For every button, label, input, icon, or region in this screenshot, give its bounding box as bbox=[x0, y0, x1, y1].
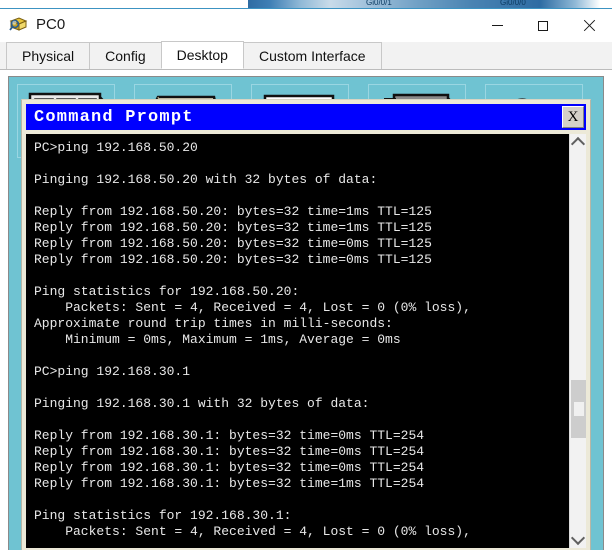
packet-tracer-icon bbox=[8, 15, 29, 36]
tab-physical[interactable]: Physical bbox=[6, 42, 91, 69]
terminal-line: PC>ping 192.168.30.1 bbox=[34, 364, 191, 379]
terminal-line: Reply from 192.168.30.1: bytes=32 time=0… bbox=[34, 428, 425, 443]
screen-root: Gi0/0/1 Gi0/0/0 PC0 Physical Config Desk… bbox=[0, 0, 612, 550]
terminal-line: Reply from 192.168.30.1: bytes=32 time=1… bbox=[34, 476, 425, 491]
terminal-line: Approximate round trip times in milli-se… bbox=[34, 316, 393, 331]
tab-desktop[interactable]: Desktop bbox=[160, 41, 244, 69]
terminal-line: Reply from 192.168.30.1: bytes=32 time=0… bbox=[34, 444, 425, 459]
window-controls bbox=[474, 9, 612, 42]
terminal-line: Minimum = 0ms, Maximum = 1ms, Average = … bbox=[34, 332, 401, 347]
terminal-line: Pinging 192.168.30.1 with 32 bytes of da… bbox=[34, 396, 370, 411]
command-prompt-body: PC>ping 192.168.50.20 Pinging 192.168.50.… bbox=[26, 134, 586, 548]
scrollbar-thumb-grip bbox=[574, 402, 584, 416]
pc-device-window: PC0 Physical Config Desktop Custom Inter… bbox=[0, 8, 612, 550]
terminal-line: Reply from 192.168.50.20: bytes=32 time=… bbox=[34, 220, 432, 235]
command-prompt-title: Command Prompt bbox=[34, 107, 194, 127]
terminal-line: Packets: Sent = 4, Received = 4, Lost = … bbox=[34, 300, 471, 315]
close-icon bbox=[583, 20, 595, 32]
chevron-down-icon bbox=[570, 530, 586, 546]
terminal-line: Pinging 192.168.50.20 with 32 bytes of d… bbox=[34, 172, 378, 187]
command-prompt-titlebar: Command Prompt X bbox=[26, 104, 586, 130]
close-button[interactable] bbox=[566, 9, 612, 42]
minimize-button[interactable] bbox=[474, 9, 520, 42]
window-title: PC0 bbox=[36, 16, 66, 33]
maximize-button[interactable] bbox=[520, 9, 566, 42]
terminal-line: Ping statistics for 192.168.50.20: bbox=[34, 284, 300, 299]
terminal-line: Packets: Sent = 4, Received = 4, Lost = … bbox=[34, 524, 471, 539]
tab-config[interactable]: Config bbox=[89, 42, 162, 69]
terminal-line: Reply from 192.168.30.1: bytes=32 time=0… bbox=[34, 460, 425, 475]
maximize-icon bbox=[538, 20, 548, 31]
minimize-icon bbox=[491, 25, 503, 26]
terminal-output[interactable]: PC>ping 192.168.50.20 Pinging 192.168.50.… bbox=[26, 134, 569, 548]
terminal-line: Reply from 192.168.50.20: bytes=32 time=… bbox=[34, 252, 432, 267]
chevron-up-icon bbox=[570, 136, 586, 152]
terminal-line: Ping statistics for 192.168.30.1: bbox=[34, 508, 292, 523]
scrollbar-up-button[interactable] bbox=[570, 134, 586, 152]
scrollbar-thumb[interactable] bbox=[571, 380, 586, 438]
command-prompt-window: Command Prompt X PC>ping 192.168.50.20 Pi… bbox=[21, 99, 591, 550]
terminal-line: Reply from 192.168.50.20: bytes=32 time=… bbox=[34, 236, 432, 251]
terminal-line: Reply from 192.168.50.20: bytes=32 time=… bbox=[34, 204, 432, 219]
window-titlebar: PC0 bbox=[0, 9, 612, 42]
scrollbar-down-button[interactable] bbox=[570, 530, 586, 548]
command-prompt-close-button[interactable]: X bbox=[562, 106, 584, 128]
background-label-right: Gi0/0/0 bbox=[500, 0, 526, 6]
tab-bar: Physical Config Desktop Custom Interface bbox=[0, 41, 612, 70]
terminal-line: PC>ping 192.168.50.20 bbox=[34, 140, 198, 155]
background-app-strip: Gi0/0/1 Gi0/0/0 bbox=[0, 0, 612, 8]
background-label-left: Gi0/0/1 bbox=[366, 0, 392, 6]
tab-custom-interface[interactable]: Custom Interface bbox=[242, 42, 382, 69]
terminal-scrollbar[interactable] bbox=[569, 134, 586, 548]
